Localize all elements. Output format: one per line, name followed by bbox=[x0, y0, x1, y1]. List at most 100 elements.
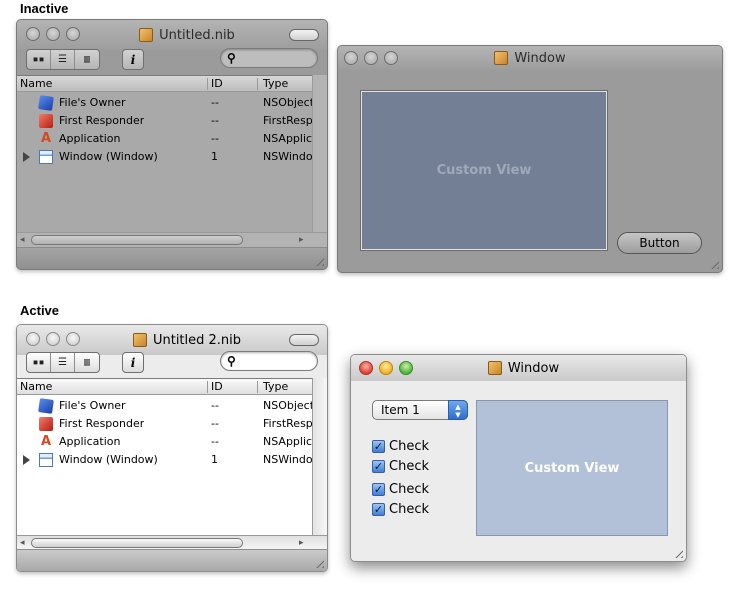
row-name: File's Owner bbox=[59, 96, 126, 109]
list-view-icon[interactable]: ☰ bbox=[51, 50, 75, 69]
horizontal-scrollbar[interactable]: ◂ ▸ bbox=[17, 232, 327, 247]
popup-value: Item 1 bbox=[381, 403, 420, 417]
info-icon[interactable]: i bbox=[122, 49, 144, 70]
inactive-section-label: Inactive bbox=[20, 1, 69, 16]
scroll-thumb[interactable] bbox=[31, 235, 243, 245]
table-row[interactable]: First Responder -- FirstResp bbox=[17, 112, 314, 130]
scroll-left-icon[interactable]: ◂ bbox=[20, 537, 25, 548]
active-window-title: Window bbox=[507, 360, 560, 376]
search-input[interactable]: ⚲ bbox=[220, 48, 318, 68]
table-row[interactable]: Window (Window) 1 NSWindow bbox=[17, 148, 314, 166]
row-name: First Responder bbox=[59, 417, 145, 430]
checkbox-label: Check bbox=[389, 482, 429, 497]
row-type: NSApplic bbox=[263, 132, 313, 145]
close-button[interactable] bbox=[26, 332, 40, 346]
search-icon: ⚲ bbox=[227, 354, 236, 368]
table-row[interactable]: File's Owner -- NSObject bbox=[17, 94, 314, 112]
row-id: -- bbox=[211, 399, 219, 412]
row-id: -- bbox=[211, 114, 219, 127]
row-type: NSObject bbox=[263, 96, 313, 109]
close-button[interactable] bbox=[344, 51, 358, 65]
scroll-thumb[interactable] bbox=[31, 538, 243, 548]
nib-document-icon bbox=[132, 333, 147, 347]
checkbox-label: Check bbox=[389, 459, 429, 474]
table-row[interactable]: First Responder -- FirstResp bbox=[17, 415, 314, 433]
scroll-right-icon[interactable]: ▸ bbox=[299, 537, 304, 548]
zoom-button[interactable] bbox=[66, 27, 80, 41]
icon-view-icon[interactable]: ▪▪ bbox=[27, 353, 51, 372]
resize-grip-icon[interactable] bbox=[708, 258, 719, 269]
zoom-button[interactable] bbox=[66, 332, 80, 346]
column-header-type[interactable]: Type bbox=[263, 77, 288, 90]
row-type: NSWindow bbox=[263, 453, 313, 466]
toolbar-toggle-button[interactable] bbox=[289, 334, 319, 346]
checkbox[interactable]: ✓ Check bbox=[372, 439, 429, 454]
column-header-type[interactable]: Type bbox=[263, 380, 288, 393]
zoom-button[interactable] bbox=[399, 361, 413, 375]
checkmark-icon: ✓ bbox=[372, 503, 385, 516]
search-input[interactable]: ⚲ bbox=[220, 351, 318, 371]
scroll-right-icon[interactable]: ▸ bbox=[299, 234, 304, 245]
checkmark-icon: ✓ bbox=[372, 440, 385, 453]
search-icon: ⚲ bbox=[227, 51, 236, 65]
checkbox[interactable]: ✓ Check bbox=[372, 482, 429, 497]
checkbox[interactable]: ✓ Check bbox=[372, 502, 429, 517]
row-name: Window (Window) bbox=[59, 453, 158, 466]
window-icon bbox=[39, 453, 53, 467]
close-button[interactable] bbox=[359, 361, 373, 375]
inactive-nib-titlebar[interactable]: Untitled.nib bbox=[17, 20, 327, 50]
application-icon: A bbox=[40, 131, 52, 146]
vertical-scrollbar[interactable] bbox=[312, 378, 327, 538]
table-header: Name ID Type bbox=[17, 76, 314, 92]
first-responder-icon bbox=[39, 417, 53, 431]
table-row[interactable]: A Application -- NSApplic bbox=[17, 130, 314, 148]
list-view-icon[interactable]: ☰ bbox=[51, 353, 75, 372]
table-row[interactable]: Window (Window) 1 NSWindow bbox=[17, 451, 314, 469]
push-button[interactable]: Button bbox=[617, 232, 702, 254]
minimize-button[interactable] bbox=[364, 51, 378, 65]
column-view-icon[interactable]: ▥ bbox=[75, 50, 99, 69]
column-header-id[interactable]: ID bbox=[211, 380, 223, 393]
column-header-name[interactable]: Name bbox=[20, 380, 52, 393]
table-row[interactable]: File's Owner -- NSObject bbox=[17, 397, 314, 415]
close-button[interactable] bbox=[26, 27, 40, 41]
row-type: FirstResp bbox=[263, 114, 313, 127]
horizontal-scrollbar[interactable]: ◂ ▸ bbox=[17, 535, 327, 550]
status-bar bbox=[17, 549, 327, 571]
minimize-button[interactable] bbox=[46, 27, 60, 41]
vertical-scrollbar[interactable] bbox=[312, 75, 327, 235]
scroll-left-icon[interactable]: ◂ bbox=[20, 234, 25, 245]
toolbar-toggle-button[interactable] bbox=[289, 29, 319, 41]
view-mode-segmented-control[interactable]: ▪▪ ☰ ▥ bbox=[26, 352, 100, 373]
inactive-nib-window: Untitled.nib ▪▪ ☰ ▥ i ⚲ Name ID Type Fil… bbox=[16, 19, 328, 270]
minimize-button[interactable] bbox=[46, 332, 60, 346]
custom-view-label: Custom View bbox=[524, 460, 620, 476]
disclosure-triangle-icon[interactable] bbox=[23, 455, 30, 465]
checkbox[interactable]: ✓ Check bbox=[372, 459, 429, 474]
active-section-label: Active bbox=[20, 303, 60, 318]
window-document-icon bbox=[494, 51, 509, 65]
active-nib-title: Untitled 2.nib bbox=[152, 332, 242, 348]
inactive-nib-title: Untitled.nib bbox=[159, 27, 235, 43]
resize-grip-icon[interactable] bbox=[672, 547, 683, 558]
custom-view-label: Custom View bbox=[436, 163, 532, 178]
column-header-id[interactable]: ID bbox=[211, 77, 223, 90]
application-icon: A bbox=[40, 434, 52, 449]
view-mode-segmented-control[interactable]: ▪▪ ☰ ▥ bbox=[26, 49, 100, 70]
table-row[interactable]: A Application -- NSApplic bbox=[17, 433, 314, 451]
row-type: NSWindow bbox=[263, 150, 313, 163]
row-id: 1 bbox=[211, 453, 218, 466]
button-label: Button bbox=[639, 236, 680, 250]
cube-icon bbox=[38, 398, 54, 414]
nib-document-icon bbox=[139, 28, 154, 42]
icon-view-icon[interactable]: ▪▪ bbox=[27, 50, 51, 69]
zoom-button[interactable] bbox=[384, 51, 398, 65]
cube-icon bbox=[38, 95, 54, 111]
column-header-name[interactable]: Name bbox=[20, 77, 52, 90]
minimize-button[interactable] bbox=[379, 361, 393, 375]
custom-view: Custom View bbox=[476, 400, 668, 536]
info-icon[interactable]: i bbox=[122, 352, 144, 373]
column-view-icon[interactable]: ▥ bbox=[75, 353, 99, 372]
disclosure-triangle-icon[interactable] bbox=[23, 152, 30, 162]
item-popup-button[interactable]: Item 1 ▲ ▼ bbox=[372, 400, 468, 420]
